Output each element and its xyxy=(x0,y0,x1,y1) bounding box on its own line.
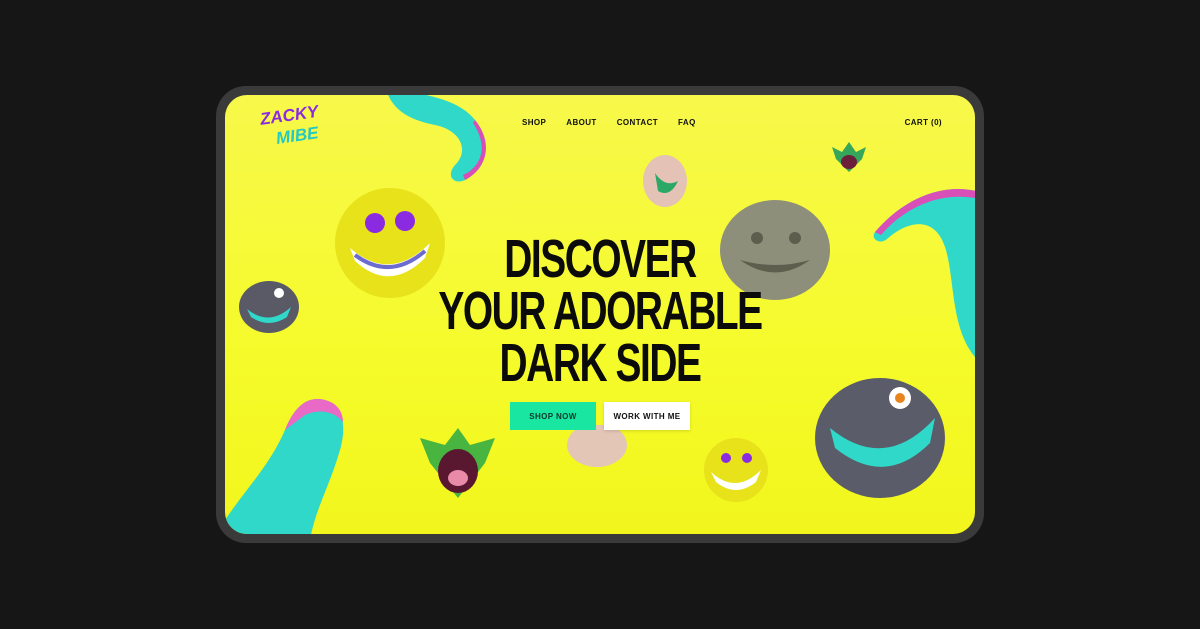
work-with-me-button[interactable]: WORK WITH ME xyxy=(604,402,690,430)
shell-creature-bottom-image xyxy=(567,425,627,467)
yellow-monster-small-image xyxy=(704,438,768,502)
nav-about[interactable]: ABOUT xyxy=(566,118,596,127)
svg-text:MIBE: MIBE xyxy=(275,123,320,147)
nav-shop[interactable]: SHOP xyxy=(522,118,546,127)
shell-creature-image xyxy=(643,155,687,207)
main-nav: SHOP ABOUT CONTACT FAQ xyxy=(522,118,696,127)
hero-line-1: DISCOVER xyxy=(504,229,697,289)
nav-contact[interactable]: CONTACT xyxy=(617,118,658,127)
plant-monster-image xyxy=(420,428,495,498)
tentacle-top-image xyxy=(388,95,486,182)
tentacle-right-image xyxy=(873,189,975,357)
website-screen: ZACKY MIBE SHOP ABOUT CONTACT FAQ CART (… xyxy=(225,95,975,534)
hero-line-3: DARK SIDE xyxy=(499,333,702,393)
cart-link[interactable]: CART (0) xyxy=(905,118,942,127)
plant-monster-small-image xyxy=(832,142,866,172)
hero-line-2: YOUR ADORABLE xyxy=(438,281,763,341)
tentacle-bottom-left-image xyxy=(225,399,344,534)
hero-headline: DISCOVER YOUR ADORABLE DARK SIDE xyxy=(438,229,763,393)
nav-faq[interactable]: FAQ xyxy=(678,118,696,127)
zacky-mibe-logo[interactable]: ZACKY MIBE xyxy=(258,101,330,147)
grey-monster-small-image xyxy=(239,281,299,333)
shop-now-button[interactable]: SHOP NOW xyxy=(510,402,596,430)
yellow-monster-image xyxy=(335,188,445,298)
grey-monster-large-image xyxy=(815,378,945,498)
